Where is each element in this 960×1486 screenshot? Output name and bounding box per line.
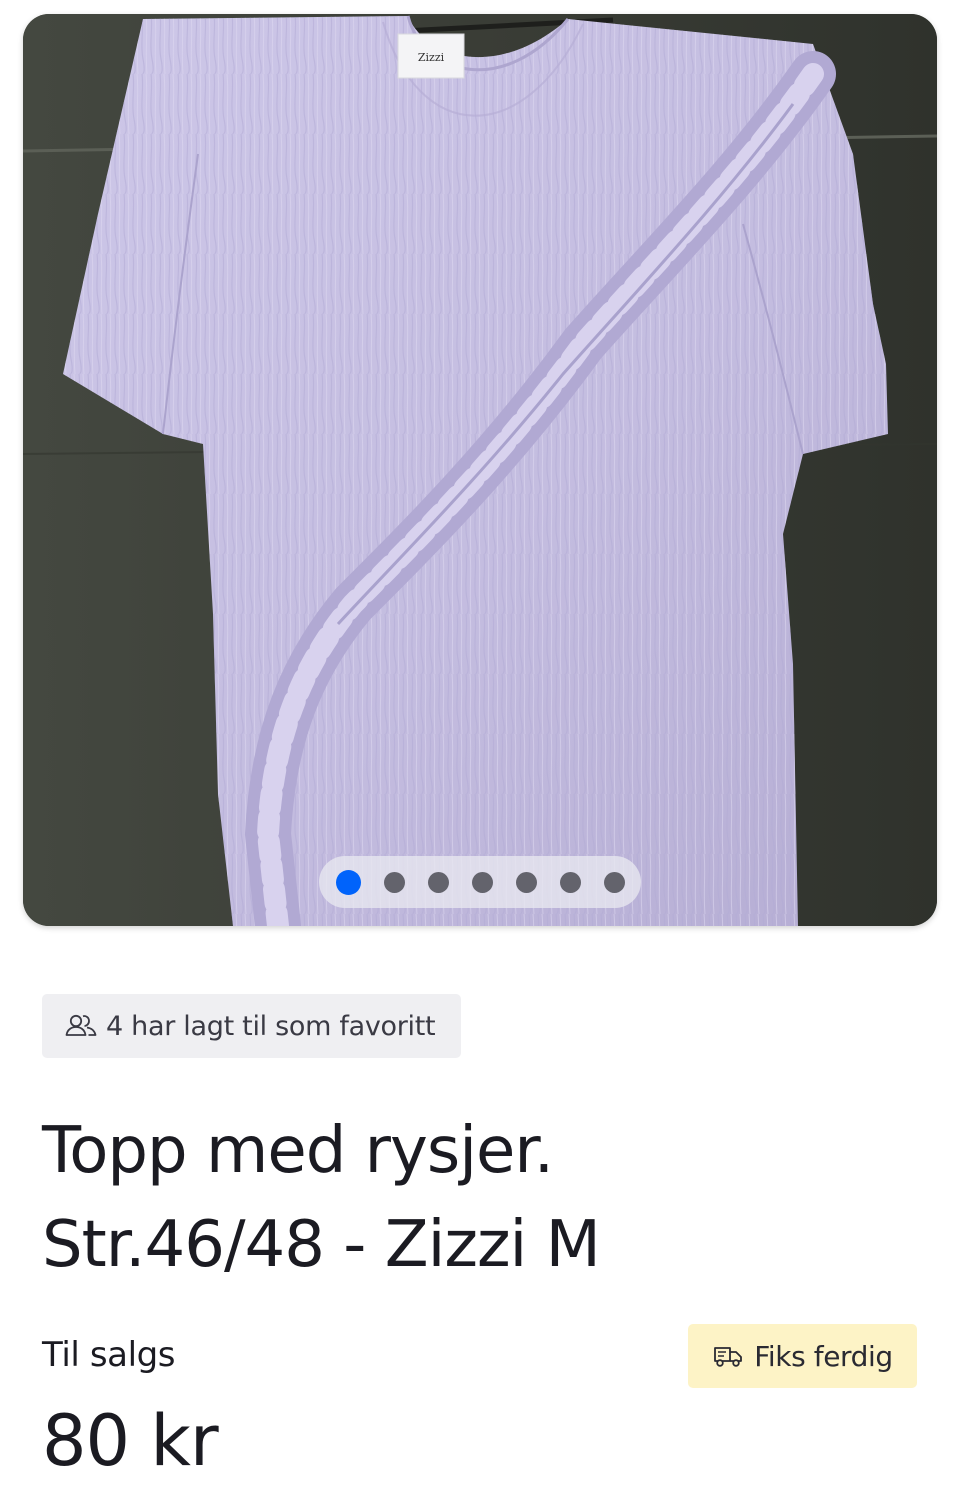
pagination-dot-6[interactable] <box>559 871 581 893</box>
favorites-count-chip: 4 har lagt til som favoritt <box>42 994 461 1058</box>
sale-status-label: Til salgs <box>42 1335 176 1375</box>
listing-title: Topp med rysjer. Str.46/48 - Zizzi M <box>42 1114 601 1282</box>
listing-price: 80 kr <box>42 1400 219 1482</box>
pagination-dot-5[interactable] <box>515 871 537 893</box>
brand-tag-text: Zizzi <box>418 51 445 64</box>
favorites-count-text: 4 har lagt til som favoritt <box>106 1010 436 1042</box>
product-photo[interactable]: Zizzi <box>23 14 937 926</box>
shipping-badge-label: Fiks ferdig <box>754 1339 893 1373</box>
truck-icon <box>712 1343 744 1369</box>
product-image-gallery[interactable]: Zizzi <box>23 14 937 926</box>
pagination-dot-7[interactable] <box>603 871 625 893</box>
image-pagination[interactable] <box>319 856 641 908</box>
pagination-dot-4[interactable] <box>471 871 493 893</box>
pagination-dot-1[interactable] <box>335 869 361 895</box>
pagination-dot-3[interactable] <box>427 871 449 893</box>
pagination-dot-2[interactable] <box>383 871 405 893</box>
shipping-badge[interactable]: Fiks ferdig <box>688 1324 917 1388</box>
users-icon <box>64 1013 98 1039</box>
